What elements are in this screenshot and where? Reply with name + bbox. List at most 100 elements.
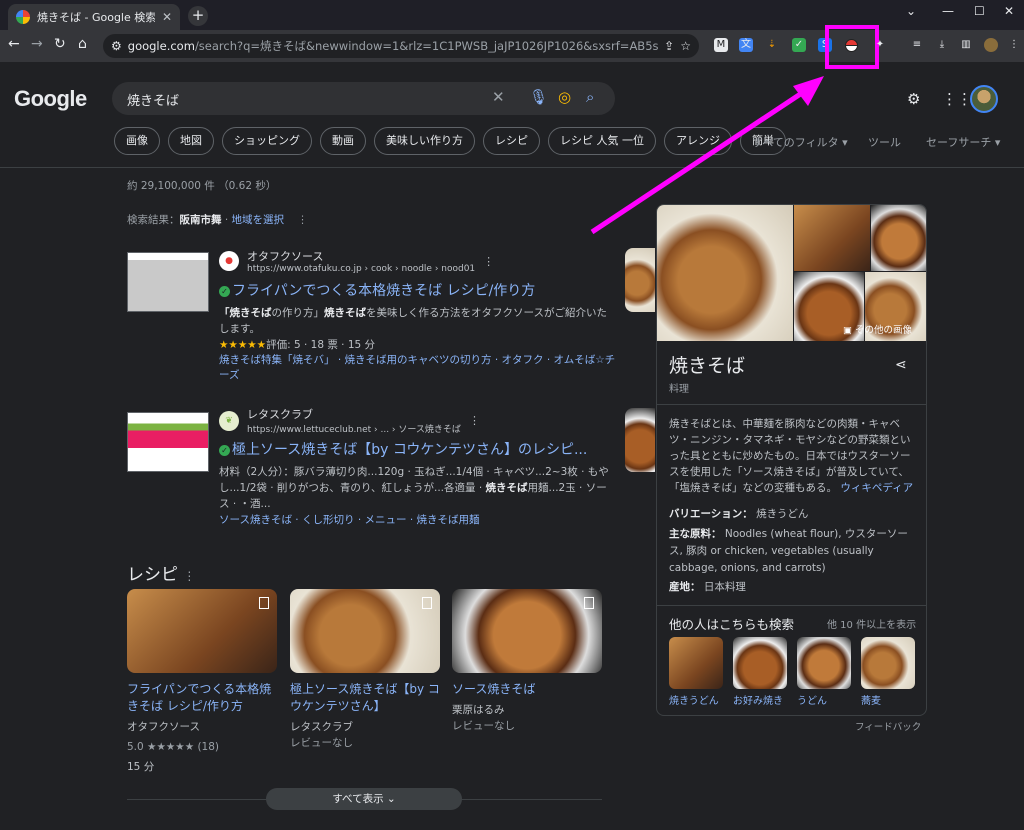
result-sublinks[interactable]: 焼きそば特集「焼そバ」 · 焼きそば用のキャベツの切り方 · オタフク · オム… [219, 353, 619, 383]
kp-category: 料理 [669, 384, 689, 395]
chip-arrange[interactable]: アレンジ [664, 127, 732, 155]
kp-fact-variation: バリエーション： 焼きうどん [669, 506, 919, 523]
bookmark-icon[interactable] [422, 597, 432, 609]
related-item[interactable]: うどん [797, 637, 851, 707]
bookmark-star-icon[interactable]: ☆ [680, 39, 691, 53]
chip-maps[interactable]: 地図 [168, 127, 214, 155]
home-icon[interactable]: ⌂ [78, 36, 87, 52]
result-site[interactable]: ❦ レタスクラブ https://www.lettuceclub.net › .… [219, 406, 480, 435]
apps-grid-icon[interactable]: ⋮⋮ [942, 90, 972, 108]
side-panel-icon[interactable]: ▥ [959, 38, 973, 52]
reading-list-icon[interactable]: ≡ [910, 38, 924, 52]
tools-button[interactable]: ツール [868, 134, 901, 150]
kp-image[interactable] [871, 205, 926, 271]
people-also-search-heading: 他の人はこちらも検索 [669, 617, 795, 632]
minimize-icon[interactable]: — [942, 4, 954, 18]
chip-recipe-popular[interactable]: レシピ 人気 一位 [548, 127, 656, 155]
result-thumbnail[interactable] [127, 252, 209, 312]
clear-search-icon[interactable]: ✕ [492, 88, 505, 106]
voice-search-icon[interactable]: 🎙 [529, 88, 548, 106]
result-title: 極上ソース焼きそば【by コウケンテツさん】のレシピ... [232, 442, 588, 458]
translate-extension-icon[interactable]: 文 [739, 38, 753, 52]
settings-gear-icon[interactable]: ⚙ [907, 90, 920, 108]
result-site[interactable]: ● オタフクソース https://www.otafuku.co.jp › co… [219, 248, 494, 274]
result-more-icon[interactable]: ⋮ [483, 255, 494, 268]
fact-label: 主な原料： [669, 528, 722, 540]
recipe-rating: レビューなし [290, 737, 353, 749]
location-sep: · [221, 214, 232, 226]
extensions-puzzle-icon[interactable]: ✦ [873, 38, 887, 52]
all-filters-button[interactable]: すべてのフィルタ ▾ [752, 134, 848, 150]
share-icon[interactable]: ⋖ [895, 357, 907, 373]
recipe-time: 15 分 [127, 761, 155, 773]
kp-fact-ingredients: 主な原料： Noodles (wheat flour), ウスターソース, 豚肉… [669, 526, 919, 577]
download-extension-icon[interactable]: ⇣ [765, 38, 779, 52]
related-item[interactable]: 蕎麦 [861, 637, 915, 707]
recipes-more-icon[interactable]: ⋮ [183, 569, 195, 583]
chip-shopping[interactable]: ショッピング [222, 127, 312, 155]
snippet-bold: 焼きそば [324, 307, 366, 319]
tab-search-icon[interactable]: ⌄ [906, 4, 916, 18]
pokeball-extension-icon[interactable] [845, 39, 858, 52]
location-more-icon[interactable]: ⋮ [297, 214, 308, 226]
tab-close-icon[interactable]: ✕ [162, 10, 172, 24]
site-info-icon[interactable]: ⚙ [111, 39, 122, 53]
related-item[interactable]: お好み焼き [733, 637, 787, 707]
extension-m-icon[interactable]: M [714, 38, 728, 52]
result-side-image[interactable] [625, 248, 655, 312]
more-images-link[interactable]: ▣ その他の画像 [843, 322, 912, 336]
choose-region-link[interactable]: 地域を選択 [232, 214, 285, 226]
reload-icon[interactable]: ↻ [54, 36, 66, 52]
feedback-link[interactable]: フィードバック [855, 719, 921, 733]
search-result: ● オタフクソース https://www.otafuku.co.jp › co… [127, 248, 615, 388]
result-thumbnail[interactable] [127, 412, 209, 472]
downloads-icon[interactable]: ⤓ [935, 38, 949, 52]
chip-recipe[interactable]: レシピ [483, 127, 540, 155]
result-title-link[interactable]: ✓ フライパンでつくる本格焼きそば レシピ/作り方 [219, 280, 535, 300]
search-icon[interactable]: ⌕ [586, 88, 594, 106]
profile-icon[interactable] [984, 38, 998, 52]
avatar[interactable] [970, 85, 998, 113]
recipe-card[interactable]: フライパンでつくる本格焼きそば レシピ/作り方 オタフクソース 5.0 ★★★★… [127, 589, 277, 775]
image-icon: ▣ [843, 325, 855, 336]
share-page-icon[interactable]: ⇪ [664, 39, 674, 53]
chip-images[interactable]: 画像 [114, 127, 160, 155]
close-window-icon[interactable]: ✕ [1004, 4, 1014, 18]
search-box[interactable]: 焼きそば ✕ 🎙 ◎ ⌕ [112, 82, 615, 115]
related-label: うどん [797, 696, 827, 707]
recipe-card[interactable]: 極上ソース焼きそば【by コウケンテツさん】 レタスクラブ レビューなし [290, 589, 440, 751]
google-logo[interactable]: Google [14, 86, 87, 112]
chrome-menu-icon[interactable]: ⋮ [1007, 38, 1021, 52]
result-stats: 約 29,100,000 件 （0.62 秒） [127, 180, 277, 192]
safesearch-button[interactable]: セーフサーチ ▾ [926, 134, 1000, 150]
forward-icon[interactable]: → [31, 36, 43, 52]
back-icon[interactable]: ← [8, 36, 20, 52]
kp-main-image[interactable] [657, 205, 793, 341]
bookmark-icon[interactable] [259, 597, 269, 609]
chip-tasty-method[interactable]: 美味しい作り方 [374, 127, 475, 155]
browser-tab[interactable]: 焼きそば - Google 検索 ✕ [8, 4, 180, 30]
show-more-link[interactable]: 他 10 件以上を表示 [827, 616, 916, 631]
lens-search-icon[interactable]: ◎ [558, 88, 571, 106]
recipe-card[interactable]: ソース焼きそば 栗原はるみ レビューなし [452, 589, 602, 734]
result-title-link[interactable]: ✓ 極上ソース焼きそば【by コウケンテツさん】のレシピ... [219, 439, 587, 459]
new-tab-button[interactable]: + [188, 6, 208, 26]
result-snippet: 材料（2人分）：豚バラ薄切り肉...120g · 玉ねぎ...1/4個 · キャ… [219, 464, 609, 512]
fact-value: 焼きうどん [756, 508, 809, 520]
wikipedia-link[interactable]: ウィキペディア [840, 482, 913, 494]
result-sublinks[interactable]: ソース焼きそば · くし形切り · メニュー · 焼きそば用麺 [219, 513, 619, 528]
location-line: 検索結果：阪南市舞 · 地域を選択 ⋮ [127, 212, 308, 227]
chip-videos[interactable]: 動画 [320, 127, 366, 155]
result-side-image[interactable] [625, 408, 655, 472]
show-all-button[interactable]: すべて表示 ⌄ [266, 788, 462, 810]
related-item[interactable]: 焼きうどん [669, 637, 723, 707]
shield-extension-icon[interactable]: ✓ [792, 38, 806, 52]
bookmark-icon[interactable] [584, 597, 594, 609]
address-bar[interactable]: ⚙ google.com/search?q=焼きそば&newwindow=1&r… [103, 34, 699, 58]
result-more-icon[interactable]: ⋮ [469, 414, 480, 427]
maximize-icon[interactable]: ☐ [974, 4, 985, 18]
search-input[interactable]: 焼きそば [127, 90, 179, 109]
search-result: ❦ レタスクラブ https://www.lettuceclub.net › .… [127, 406, 609, 536]
kp-image[interactable] [794, 205, 870, 271]
kp-divider [657, 605, 926, 606]
